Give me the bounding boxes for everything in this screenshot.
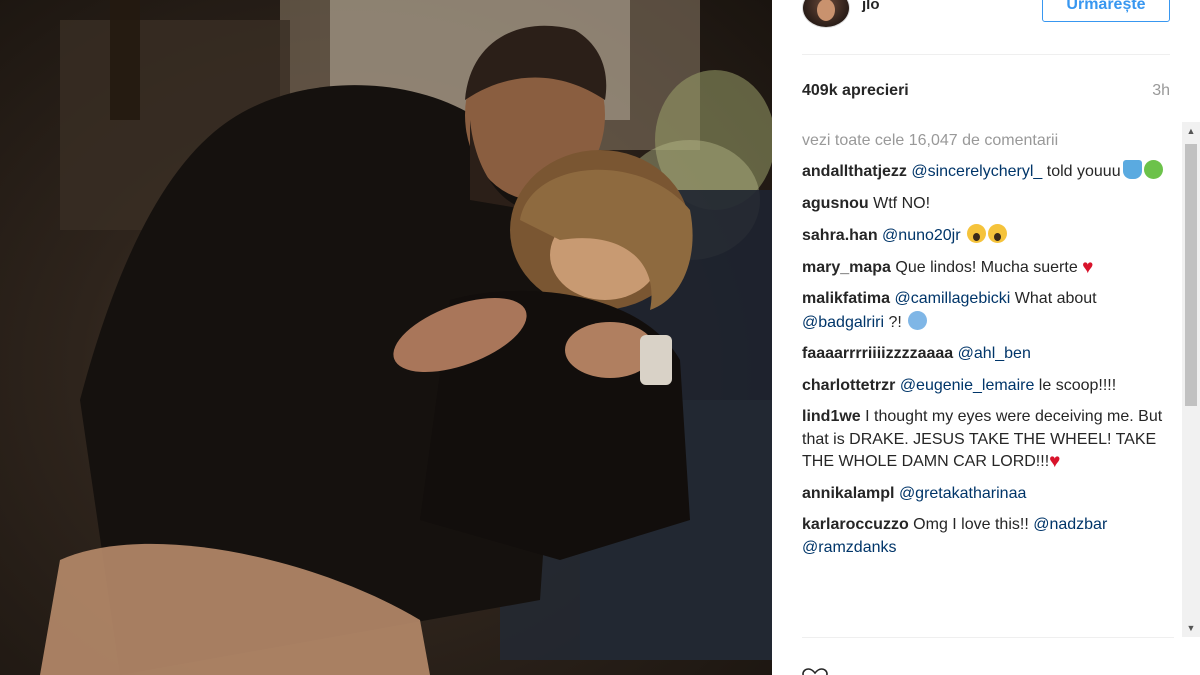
comment-item: agusnou Wtf NO! bbox=[802, 193, 1174, 216]
cup-emoji-icon bbox=[1122, 160, 1142, 179]
mention-link[interactable]: @eugenie_lemaire bbox=[900, 377, 1035, 394]
comment-username[interactable]: sahra.han bbox=[802, 227, 878, 244]
comment-item: mary_mapa Que lindos! Mucha suerte ♥ bbox=[802, 257, 1174, 280]
scream-emoji-icon bbox=[967, 224, 987, 243]
comment-username[interactable]: malikfatima bbox=[802, 290, 890, 307]
comment-text: Que lindos! Mucha suerte bbox=[895, 258, 1083, 276]
scroll-down-arrow-icon[interactable]: ▼ bbox=[1182, 619, 1200, 637]
comment-item: sahra.han @nuno20jr bbox=[802, 224, 1174, 248]
comment-item: charlottetrzr @eugenie_lemaire le scoop!… bbox=[802, 375, 1174, 398]
comment-text: What about bbox=[1010, 290, 1097, 307]
comment-text: le scoop!!!! bbox=[1034, 376, 1117, 394]
comment-username[interactable]: annikalampl bbox=[802, 485, 894, 502]
comment-item: malikfatima @camillagebicki What about @… bbox=[802, 288, 1174, 334]
scream-emoji-icon bbox=[988, 224, 1008, 243]
comments-scrollbar[interactable]: ▲ ▼ bbox=[1182, 122, 1200, 637]
post-photo-illustration bbox=[40, 0, 772, 675]
comment-username[interactable]: andallthatjezz bbox=[802, 163, 907, 180]
post-sidebar: jlo Urmărește 409k aprecieri 3h vezi toa… bbox=[772, 0, 1200, 675]
comment-item: karlaroccuzzo Omg I love this!! @nadzbar… bbox=[802, 514, 1174, 559]
view-all-comments-link[interactable]: vezi toate cele 16,047 de comentarii bbox=[802, 130, 1174, 152]
post-photo[interactable] bbox=[0, 0, 772, 675]
heart-emoji-icon: ♥ bbox=[1049, 451, 1061, 472]
follow-button[interactable]: Urmărește bbox=[1042, 0, 1170, 22]
comment-username[interactable]: charlottetrzr bbox=[802, 377, 895, 394]
comment-item: faaaarrrriiiizzzzaaaa @ahl_ben bbox=[802, 343, 1174, 366]
comments-list: vezi toate cele 16,047 de comentarii and… bbox=[802, 122, 1174, 637]
comment-username[interactable]: agusnou bbox=[802, 195, 869, 212]
comment-username[interactable]: karlaroccuzzo bbox=[802, 516, 909, 533]
mention-link[interactable]: @badgalriri bbox=[802, 314, 884, 331]
mention-link[interactable]: @camillagebicki bbox=[895, 290, 1011, 307]
likes-row: 409k aprecieri 3h bbox=[802, 78, 1170, 108]
comment-item: annikalampl @gretakatharinaa bbox=[802, 483, 1174, 506]
scroll-up-arrow-icon[interactable]: ▲ bbox=[1182, 122, 1200, 140]
post-timestamp[interactable]: 3h bbox=[1152, 82, 1170, 100]
scroll-thumb[interactable] bbox=[1185, 144, 1197, 406]
comment-username[interactable]: faaaarrrriiiizzzzaaaa bbox=[802, 345, 953, 362]
comment-username[interactable]: mary_mapa bbox=[802, 259, 891, 276]
comment-text: Omg I love this!! bbox=[913, 516, 1034, 533]
mention-link[interactable]: @nuno20jr bbox=[882, 227, 961, 244]
mention-link[interactable]: @gretakatharinaa bbox=[899, 485, 1026, 502]
cold-emoji-icon bbox=[908, 310, 928, 330]
avatar[interactable] bbox=[802, 0, 850, 28]
comment-username[interactable]: lind1we bbox=[802, 408, 861, 425]
post-footer bbox=[802, 637, 1174, 675]
mention-link[interactable]: @ramzdanks bbox=[802, 539, 897, 556]
frog-emoji-icon bbox=[1143, 160, 1163, 179]
likes-count[interactable]: 409k aprecieri bbox=[802, 82, 909, 100]
username[interactable]: jlo bbox=[862, 0, 880, 13]
comment-text bbox=[961, 227, 965, 244]
heart-outline-icon[interactable] bbox=[802, 668, 828, 675]
post-header: jlo Urmărește bbox=[802, 0, 1170, 55]
comment-text: ?! bbox=[884, 313, 907, 331]
mention-link[interactable]: @ahl_ben bbox=[958, 345, 1031, 362]
heart-emoji-icon: ♥ bbox=[1082, 256, 1094, 278]
comment-text: Wtf NO! bbox=[873, 194, 931, 212]
mention-link[interactable]: @nadzbar bbox=[1033, 516, 1107, 533]
comment-item: andallthatjezz @sincerelycheryl_ told yo… bbox=[802, 160, 1174, 184]
comment-container: andallthatjezz @sincerelycheryl_ told yo… bbox=[802, 160, 1174, 559]
comment-item: lind1we I thought my eyes were deceiving… bbox=[802, 406, 1174, 474]
comment-text: told youuu bbox=[1042, 163, 1121, 180]
mention-link[interactable]: @sincerelycheryl_ bbox=[911, 163, 1042, 180]
